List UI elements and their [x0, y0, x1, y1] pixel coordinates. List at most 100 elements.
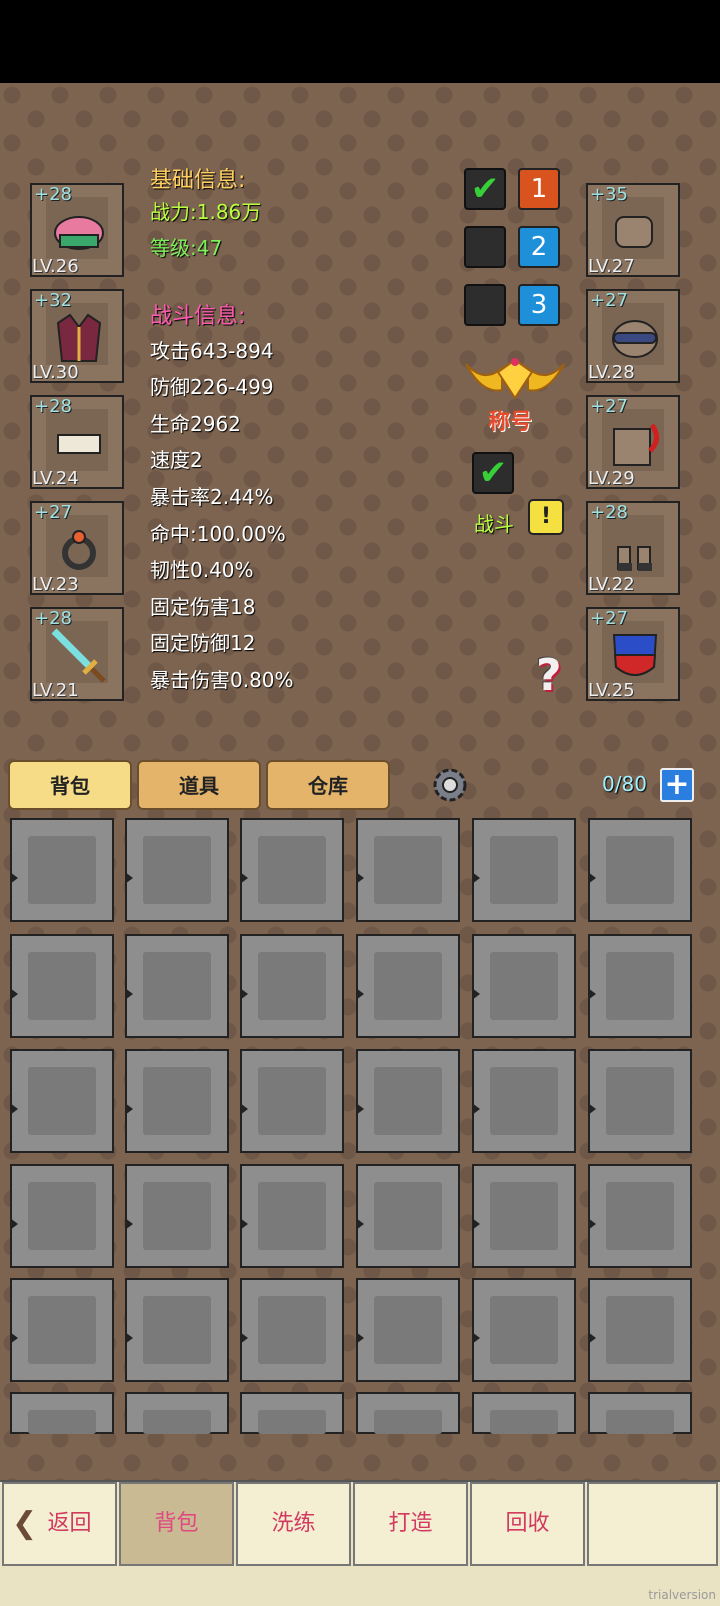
stat-attack: 攻击643-894	[150, 339, 274, 363]
back-button[interactable]: ❮ 返回	[2, 1482, 117, 1566]
nav-refine-button[interactable]: 洗练	[236, 1482, 351, 1566]
equip-slot-pants[interactable]: +28 LV.24	[30, 395, 124, 489]
cape-icon	[613, 423, 659, 466]
inventory-slot[interactable]	[588, 1049, 692, 1153]
basic-info-header: 基础信息:	[150, 168, 246, 193]
equip-slot-weapon[interactable]: +28 LV.21	[30, 607, 124, 701]
title-badge-label[interactable]: 称号	[488, 404, 532, 436]
inventory-slot[interactable]	[125, 818, 229, 922]
preset-3-checkbox[interactable]	[464, 284, 506, 326]
sword-icon	[51, 628, 106, 683]
battle-info-header: 战斗信息:	[150, 304, 246, 329]
battle-label: 战斗	[474, 512, 514, 536]
stat-fixed-defense: 固定防御12	[150, 631, 256, 655]
inventory-slot[interactable]	[125, 1049, 229, 1153]
inventory-slot[interactable]	[10, 1049, 114, 1153]
tab-backpack[interactable]: 背包	[8, 760, 132, 810]
inventory-slot[interactable]	[125, 934, 229, 1038]
level-value: 等级:47	[150, 236, 223, 260]
stat-defense: 防御226-499	[150, 375, 274, 399]
stat-crit-rate: 暴击率2.44%	[150, 485, 274, 509]
helmet-icon	[54, 216, 104, 250]
inventory-slot[interactable]	[472, 1164, 576, 1268]
stat-fixed-damage: 固定伤害18	[150, 595, 256, 619]
inventory-slot[interactable]	[472, 934, 576, 1038]
nav-empty-button[interactable]	[587, 1482, 718, 1566]
inventory-slot[interactable]	[588, 1278, 692, 1382]
stat-speed: 速度2	[150, 448, 203, 472]
skirt-icon	[57, 434, 101, 454]
inventory-slot[interactable]	[10, 818, 114, 922]
equip-slot-mask[interactable]: +27 LV.28	[586, 289, 680, 383]
stat-toughness: 韧性0.40%	[150, 558, 254, 582]
check-icon: ✔	[470, 169, 500, 209]
equip-slot-boots[interactable]: +28 LV.22	[586, 501, 680, 595]
inventory-slot[interactable]	[240, 1164, 344, 1268]
inventory-slot[interactable]	[356, 1049, 460, 1153]
inventory-slot[interactable]	[240, 1049, 344, 1153]
equip-slot-shield[interactable]: +27 LV.25	[586, 607, 680, 701]
inventory-slot[interactable]	[472, 1392, 576, 1434]
shield-icon	[612, 634, 658, 676]
inventory-slot[interactable]	[240, 818, 344, 922]
inventory-slot[interactable]	[356, 1392, 460, 1434]
inventory-slot[interactable]	[10, 1392, 114, 1434]
inventory-slot[interactable]	[240, 1278, 344, 1382]
inventory-slot[interactable]	[10, 934, 114, 1038]
inventory-slot[interactable]	[240, 1392, 344, 1434]
power-value: 战力:1.86万	[150, 200, 262, 224]
nav-recycle-button[interactable]: 回收	[470, 1482, 585, 1566]
inventory-slot[interactable]	[356, 934, 460, 1038]
preset-3-button[interactable]: 3	[518, 284, 560, 326]
preset-2-checkbox[interactable]	[464, 226, 506, 268]
preset-1-button[interactable]: 1	[518, 168, 560, 210]
gear-icon[interactable]	[428, 763, 472, 807]
stat-hit: 命中:100.00%	[150, 522, 286, 546]
nav-forge-button[interactable]: 打造	[353, 1482, 468, 1566]
back-arrow-icon: ❮	[12, 1506, 38, 1541]
inventory-slot[interactable]	[240, 934, 344, 1038]
inventory-slot[interactable]	[125, 1392, 229, 1434]
equip-slot-helmet[interactable]: +28 LV.26	[30, 183, 124, 277]
title-badge-icon[interactable]	[462, 354, 568, 402]
inventory-slot[interactable]	[10, 1278, 114, 1382]
inventory-slot[interactable]	[472, 1278, 576, 1382]
tab-items[interactable]: 道具	[137, 760, 261, 810]
preset-2-button[interactable]: 2	[518, 226, 560, 268]
equip-slot-ring[interactable]: +27 LV.23	[30, 501, 124, 595]
battle-checkbox[interactable]: ✔	[472, 452, 514, 494]
watermark: trialversion	[648, 1588, 716, 1602]
plus-icon: +	[664, 767, 690, 802]
status-bar	[0, 0, 720, 83]
inventory-slot[interactable]	[472, 818, 576, 922]
capacity-count: 0/80	[602, 772, 647, 796]
inventory-slot[interactable]	[10, 1164, 114, 1268]
armor-icon	[56, 313, 102, 362]
inventory-slot[interactable]	[588, 818, 692, 922]
ring-icon	[62, 530, 96, 570]
inventory-slot[interactable]	[588, 1164, 692, 1268]
gloves-icon	[615, 216, 653, 248]
alert-icon[interactable]: !	[528, 499, 564, 535]
equip-slot-armor[interactable]: +32 LV.30	[30, 289, 124, 383]
inventory-slot[interactable]	[588, 934, 692, 1038]
nav-backpack-button[interactable]: 背包	[119, 1482, 234, 1566]
check-icon: ✔	[478, 453, 508, 493]
inventory-slot[interactable]	[125, 1164, 229, 1268]
inventory-slot[interactable]	[125, 1278, 229, 1382]
inventory-slot[interactable]	[588, 1392, 692, 1434]
expand-capacity-button[interactable]: +	[660, 768, 694, 802]
inventory-slot[interactable]	[472, 1049, 576, 1153]
tab-warehouse[interactable]: 仓库	[266, 760, 390, 810]
help-icon[interactable]: ?	[536, 650, 562, 701]
inventory-slot[interactable]	[356, 1278, 460, 1382]
boots-icon	[617, 546, 652, 571]
stat-crit-damage: 暴击伤害0.80%	[150, 668, 294, 692]
equip-slot-cape[interactable]: +27 LV.29	[586, 395, 680, 489]
inventory-slot[interactable]	[356, 818, 460, 922]
preset-1-checkbox[interactable]: ✔	[464, 168, 506, 210]
stat-hp: 生命2962	[150, 412, 241, 436]
mask-icon	[612, 320, 658, 358]
inventory-slot[interactable]	[356, 1164, 460, 1268]
equip-slot-gloves[interactable]: +35 LV.27	[586, 183, 680, 277]
